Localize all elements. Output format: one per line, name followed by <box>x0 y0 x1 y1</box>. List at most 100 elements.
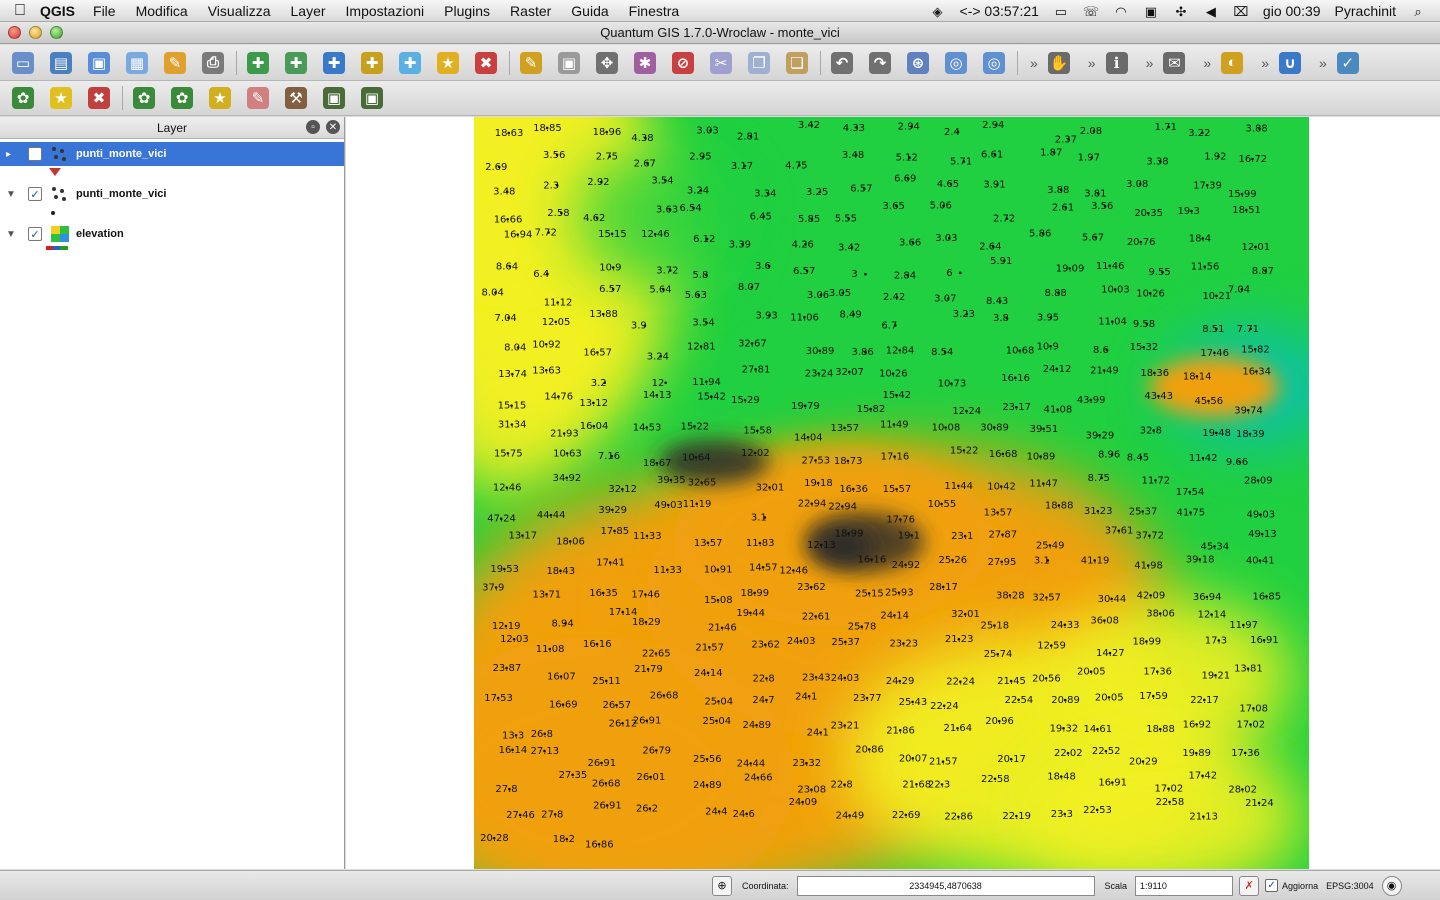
simplify-feature-icon[interactable]: ⊛ <box>903 49 933 77</box>
plugin-remove-icon[interactable]: ✖ <box>84 84 114 112</box>
map-tips-icon[interactable]: ✉ <box>1159 49 1189 77</box>
plugin-grass-icon[interactable]: ✿ <box>8 84 38 112</box>
add-spatialite-layer-icon[interactable]: ✚ <box>357 49 387 77</box>
expand-arrow-icon[interactable]: ▸ <box>6 149 18 160</box>
phone-icon[interactable]: ☏ <box>1083 4 1099 19</box>
layer-row-punti-2[interactable]: ▼ ✓ punti_monte_vici <box>0 182 344 206</box>
app-name-menu[interactable]: QGIS <box>40 3 75 19</box>
add-postgis-layer-icon[interactable]: ✚ <box>319 49 349 77</box>
expand-arrow-icon[interactable]: ▼ <box>6 189 18 200</box>
menu-plugins[interactable]: Plugins <box>444 3 490 19</box>
toggle-extents-icon[interactable]: ⊕ <box>712 875 732 896</box>
close-panel-icon[interactable]: ✕ <box>326 120 340 134</box>
toolbar-overflow-chevron[interactable]: » <box>1261 55 1269 71</box>
wifi-icon[interactable]: ◠ <box>1113 4 1129 19</box>
menu-modifica[interactable]: Modifica <box>136 3 188 19</box>
add-wms-layer-icon[interactable]: ✚ <box>395 49 425 77</box>
print-icon[interactable]: ⎙ <box>198 49 228 77</box>
minimize-window-button[interactable] <box>29 26 42 39</box>
delete-selected-icon[interactable]: ⊘ <box>668 49 698 77</box>
clock[interactable]: gio 00:39 <box>1263 3 1321 19</box>
keyboard-icon[interactable]: ⌧ <box>1233 4 1249 19</box>
apple-icon[interactable]:  <box>0 2 40 20</box>
north-arrow-icon[interactable]: ◐ <box>1217 49 1247 77</box>
survey-point[interactable] <box>958 271 962 275</box>
remove-layer-icon[interactable]: ✖ <box>471 49 501 77</box>
float-panel-icon[interactable]: ▫ <box>306 120 320 134</box>
plugin-new-grass-icon[interactable]: ✿ <box>167 84 197 112</box>
add-raster-layer-icon[interactable]: ✚ <box>281 49 311 77</box>
pan-icon[interactable]: ✋ <box>1044 49 1074 77</box>
plugin-add-grass-icon[interactable]: ✿ <box>129 84 159 112</box>
add-vector-layer-icon[interactable]: ✚ <box>243 49 273 77</box>
toolbar-overflow-chevron[interactable]: » <box>1319 55 1327 71</box>
paste-features-icon[interactable]: ❏ <box>782 49 812 77</box>
timer-display[interactable]: <-> 03:57:21 <box>960 3 1039 19</box>
coordinate-field[interactable]: 2334945,4870638 <box>796 875 1095 896</box>
crs-status-icon[interactable]: ◉ <box>1381 875 1402 896</box>
menu-impostazioni[interactable]: Impostazioni <box>346 3 425 19</box>
scale-field[interactable]: 1:9110 <box>1135 875 1234 896</box>
menu-file[interactable]: File <box>93 3 116 19</box>
elevation-raster-map[interactable]: 18.63 18.85 18.96 4.38 3.03 2.81 3.42 4.33 2.94 2… <box>474 117 1309 869</box>
layer-row-punti-1[interactable]: ▸ punti_monte_vici <box>0 142 344 166</box>
expand-arrow-icon[interactable]: ▼ <box>6 229 18 240</box>
cut-features-icon[interactable]: ✂ <box>706 49 736 77</box>
layer-visibility-checkbox[interactable] <box>28 147 42 161</box>
new-print-composer-icon[interactable]: ✎ <box>160 49 190 77</box>
toolbar-overflow-chevron[interactable]: » <box>1030 55 1038 71</box>
toolbar-overflow-chevron[interactable]: » <box>1146 55 1154 71</box>
add-ring-icon[interactable]: ◎ <box>941 49 971 77</box>
close-window-button[interactable] <box>8 26 21 39</box>
spell-check-icon[interactable]: ✓ <box>1333 49 1363 77</box>
copy-features-icon[interactable]: ❐ <box>744 49 774 77</box>
move-feature-icon[interactable]: ✥ <box>592 49 622 77</box>
menu-finestra[interactable]: Finestra <box>629 3 680 19</box>
plugin-display2-icon[interactable]: ▣ <box>357 84 387 112</box>
volume-icon[interactable]: ◀ <box>1203 4 1219 19</box>
menu-raster[interactable]: Raster <box>510 3 551 19</box>
save-edits-icon[interactable]: ▣ <box>554 49 584 77</box>
open-project-icon[interactable]: ▤ <box>46 49 76 77</box>
menu-visualizza[interactable]: Visualizza <box>208 3 271 19</box>
dropbox-icon[interactable]: ◈ <box>930 4 946 19</box>
crs-label[interactable]: EPSG:3004 <box>1326 881 1374 891</box>
add-part-icon[interactable]: ◎ <box>979 49 1009 77</box>
save-project-icon[interactable]: ▣ <box>84 49 114 77</box>
plugin-star-icon[interactable]: ★ <box>46 84 76 112</box>
layer-visibility-checkbox[interactable]: ✓ <box>28 187 42 201</box>
menu-guida[interactable]: Guida <box>571 3 608 19</box>
node-tool-icon[interactable]: ✱ <box>630 49 660 77</box>
menu-layer[interactable]: Layer <box>291 3 326 19</box>
plugin-display-icon[interactable]: ▣ <box>319 84 349 112</box>
layer-row-elevation[interactable]: ▼ ✓ elevation <box>0 222 344 246</box>
survey-point[interactable] <box>864 272 867 276</box>
survey-point[interactable] <box>664 381 667 385</box>
identify-icon[interactable]: ℹ <box>1102 49 1132 77</box>
plugin-brush-icon[interactable]: ✎ <box>243 84 273 112</box>
elevation-point-label: 12.02 <box>741 448 770 459</box>
plugin-tools-icon[interactable]: ⚒ <box>281 84 311 112</box>
render-checkbox[interactable]: ✓ <box>1265 879 1279 892</box>
toolbar-overflow-chevron[interactable]: » <box>1088 55 1096 71</box>
bluetooth-icon[interactable]: ✣ <box>1173 4 1189 19</box>
new-vector-layer-icon[interactable]: ★ <box>433 49 463 77</box>
map-canvas[interactable]: 18.63 18.85 18.96 4.38 3.03 2.81 3.42 4.33 2.94 2… <box>346 117 1440 869</box>
stop-render-icon[interactable]: ✗ <box>1239 875 1260 896</box>
user-name[interactable]: Pyrachinit <box>1335 3 1396 19</box>
elevation-point-label: 18.51 <box>1232 205 1261 216</box>
toggle-editing-icon[interactable]: ✎ <box>516 49 546 77</box>
elevation-point-label: 20.86 <box>855 744 884 755</box>
spotlight-icon[interactable]: ⌕ <box>1410 4 1426 19</box>
redo-icon[interactable]: ↷ <box>865 49 895 77</box>
undo-icon[interactable]: ↶ <box>827 49 857 77</box>
label-icon[interactable]: ∪ <box>1275 49 1305 77</box>
plugin-region-icon[interactable]: ★ <box>205 84 235 112</box>
save-as-icon[interactable]: ▦ <box>122 49 152 77</box>
battery-icon[interactable]: ▭ <box>1053 4 1069 19</box>
new-project-icon[interactable]: ▭ <box>8 49 38 77</box>
zoom-window-button[interactable] <box>50 26 63 39</box>
toolbar-overflow-chevron[interactable]: » <box>1203 55 1211 71</box>
display-icon[interactable]: ▣ <box>1143 4 1159 19</box>
layer-visibility-checkbox[interactable]: ✓ <box>28 227 42 241</box>
